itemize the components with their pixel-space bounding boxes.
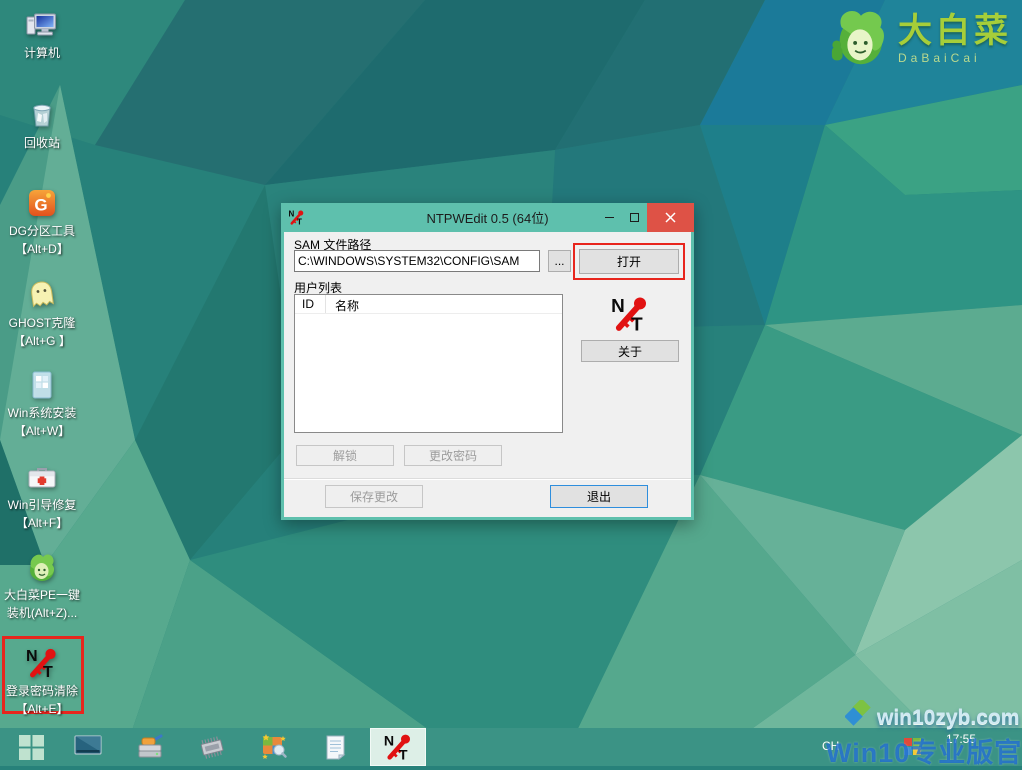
window-titlebar[interactable]: NTPWEdit 0.5 (64位) bbox=[281, 203, 694, 232]
window-client-area: SAM 文件路径 ... 打开 用户列表 ID 名称 关于 解锁 更改密码 保存… bbox=[284, 232, 691, 517]
start-button[interactable] bbox=[0, 728, 62, 766]
desktop-icon-password-clear[interactable]: 登录密码清除【Alt+E】 bbox=[0, 646, 90, 718]
svg-text:G: G bbox=[34, 196, 47, 215]
ntpwedit-key-icon bbox=[25, 646, 59, 680]
minimize-icon bbox=[605, 217, 614, 218]
dabaicai-mascot-icon bbox=[828, 6, 890, 72]
taskbar: CH 17:55 bbox=[0, 728, 1022, 766]
unlock-button[interactable]: 解锁 bbox=[296, 445, 394, 466]
win-install-icon bbox=[25, 368, 59, 402]
desktop-icon-label: 登录密码清除【Alt+E】 bbox=[6, 682, 78, 718]
desktop-icon-computer[interactable]: 计算机 bbox=[0, 8, 90, 62]
desktop-icon-label: GHOST克隆【Alt+G 】 bbox=[9, 314, 76, 350]
disk-tool-icon bbox=[135, 732, 165, 762]
notepad-icon bbox=[321, 732, 351, 762]
open-button[interactable]: 打开 bbox=[579, 249, 679, 274]
ntpwedit-key-icon bbox=[383, 732, 413, 762]
taskbar-item-notepad[interactable] bbox=[314, 731, 358, 763]
desktop-icon-dabaicai-pe[interactable]: 大白菜PE一键装机(Alt+Z)... bbox=[0, 550, 90, 622]
language-indicator[interactable]: CH bbox=[822, 739, 839, 753]
ghost-icon bbox=[25, 278, 59, 312]
browse-button[interactable]: ... bbox=[548, 250, 571, 272]
user-list-header: ID 名称 bbox=[295, 295, 562, 314]
change-password-button[interactable]: 更改密码 bbox=[404, 445, 502, 466]
desktop-icon-recycle-bin[interactable]: 回收站 bbox=[0, 98, 90, 152]
desktop-icon-ghost-clone[interactable]: GHOST克隆【Alt+G 】 bbox=[0, 278, 90, 350]
cabbage-icon bbox=[25, 550, 59, 584]
sam-path-input[interactable] bbox=[294, 250, 540, 272]
close-button[interactable] bbox=[647, 203, 694, 232]
recycle-bin-icon bbox=[25, 98, 59, 132]
column-header-name[interactable]: 名称 bbox=[326, 295, 359, 313]
taskbar-item-disk-tool[interactable] bbox=[128, 731, 172, 763]
about-button[interactable]: 关于 bbox=[581, 340, 679, 362]
maximize-button[interactable] bbox=[622, 203, 647, 232]
memory-chip-icon bbox=[197, 732, 227, 762]
tray-color-icon[interactable] bbox=[904, 738, 921, 755]
save-changes-button[interactable]: 保存更改 bbox=[325, 485, 423, 508]
system-tray: CH 17:55 bbox=[812, 728, 1022, 766]
desktop-icon-label: 大白菜PE一键装机(Alt+Z)... bbox=[4, 586, 80, 622]
windows-logo-icon bbox=[19, 735, 44, 760]
taskbar-item-display[interactable] bbox=[66, 731, 110, 763]
user-list[interactable]: ID 名称 bbox=[294, 294, 563, 433]
taskbar-item-memory[interactable] bbox=[190, 731, 234, 763]
desktop-icon-boot-repair[interactable]: Win引导修复【Alt+F】 bbox=[0, 460, 90, 532]
column-header-id[interactable]: ID bbox=[295, 295, 326, 313]
desktop: { "brand": { "title": "大白菜", "subtitle":… bbox=[0, 0, 1022, 766]
clock[interactable]: 17:55 bbox=[932, 732, 990, 746]
capture-tool-icon bbox=[259, 732, 289, 762]
separator bbox=[284, 478, 691, 480]
close-icon bbox=[665, 212, 676, 223]
dabaicai-logo: 大白菜 DaBaiCai bbox=[828, 6, 1012, 72]
exit-button[interactable]: 退出 bbox=[550, 485, 648, 508]
desktop-icon-win-install[interactable]: Win系统安装【Alt+W】 bbox=[0, 368, 90, 440]
desktop-icon-label: 计算机 bbox=[24, 44, 60, 62]
taskbar-item-ntpwedit[interactable] bbox=[370, 728, 426, 766]
ntpwedit-logo-icon bbox=[610, 294, 650, 334]
taskbar-item-capture-tool[interactable] bbox=[252, 731, 296, 763]
desktop-icon-label: 回收站 bbox=[24, 134, 60, 152]
desktop-icon-dg-partition[interactable]: G DG分区工具【Alt+D】 bbox=[0, 186, 90, 258]
brand-title: 大白菜 bbox=[898, 14, 1012, 48]
brand-subtitle: DaBaiCai bbox=[898, 51, 1012, 65]
maximize-icon bbox=[630, 213, 639, 222]
computer-icon bbox=[25, 8, 59, 42]
dg-partition-icon: G bbox=[25, 186, 59, 220]
ntpwedit-window: NTPWEdit 0.5 (64位) SAM 文件路径 ... 打开 用户列表 … bbox=[281, 203, 694, 520]
display-icon bbox=[73, 733, 103, 761]
minimize-button[interactable] bbox=[597, 203, 622, 232]
desktop-icon-label: Win引导修复【Alt+F】 bbox=[8, 496, 77, 532]
boot-repair-icon bbox=[25, 460, 59, 494]
desktop-icon-label: Win系统安装【Alt+W】 bbox=[8, 404, 77, 440]
desktop-icon-label: DG分区工具【Alt+D】 bbox=[9, 222, 75, 258]
window-title-key-icon bbox=[288, 209, 305, 226]
